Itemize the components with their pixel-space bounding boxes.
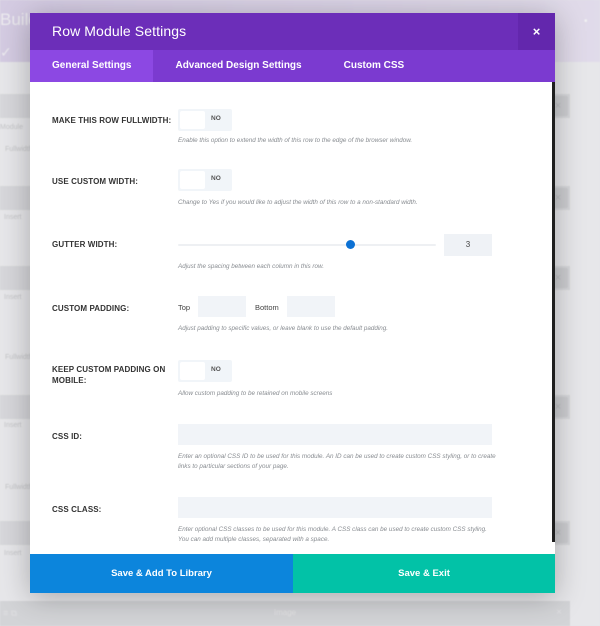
field-description: Change to Yes if you would like to adjus… <box>178 199 418 206</box>
modal-title: Row Module Settings <box>52 23 187 39</box>
toggle-knob <box>180 362 205 380</box>
toggle-knob <box>180 111 205 129</box>
save-exit-button[interactable]: Save & Exit <box>293 554 555 593</box>
close-icon: × <box>532 24 541 39</box>
toggle-state: NO <box>211 175 221 182</box>
fullwidth-toggle[interactable]: NO <box>178 109 232 131</box>
toggle-knob <box>180 171 205 189</box>
custom-width-toggle[interactable]: NO <box>178 169 232 191</box>
css-class-input[interactable] <box>178 497 492 518</box>
css-id-input[interactable] <box>178 424 492 445</box>
field-label: Gutter Width: <box>52 240 118 249</box>
toggle-state: NO <box>211 366 221 373</box>
toggle-state: NO <box>211 115 221 122</box>
row-settings-modal: Row Module Settings × General Settings A… <box>30 13 555 593</box>
save-add-to-library-button[interactable]: Save & Add To Library <box>30 554 293 593</box>
field-description: Enter optional CSS classes to be used fo… <box>178 526 487 543</box>
settings-tabs: General Settings Advanced Design Setting… <box>30 50 555 82</box>
gutter-value-input[interactable]: 3 <box>444 234 492 256</box>
gutter-slider-handle[interactable] <box>345 240 355 249</box>
field-description: Enter an optional CSS ID to be used for … <box>178 453 496 470</box>
modal-header: Row Module Settings × <box>30 13 555 50</box>
tab-custom-css[interactable]: Custom CSS <box>322 50 405 82</box>
padding-bottom-label: Bottom <box>255 303 279 312</box>
field-description: Adjust the spacing between each column i… <box>178 263 324 270</box>
tab-general-settings[interactable]: General Settings <box>30 50 154 82</box>
tab-advanced-design-settings[interactable]: Advanced Design Settings <box>153 50 321 82</box>
keep-padding-mobile-toggle[interactable]: NO <box>178 360 232 382</box>
modal-footer: Save & Add To Library Save & Exit <box>30 554 555 593</box>
field-description: Enable this option to extend the width o… <box>178 137 413 144</box>
padding-top-label: Top <box>178 303 191 312</box>
field-description: Allow custom padding to be retained on m… <box>178 390 333 397</box>
field-label: Make This Row Fullwidth: <box>52 116 172 125</box>
padding-bottom-input[interactable] <box>287 296 335 317</box>
modal-scrollbar[interactable] <box>552 82 555 542</box>
gutter-slider-track[interactable] <box>178 244 436 246</box>
field-label: Custom Padding: <box>52 304 130 313</box>
close-button[interactable]: × <box>518 13 555 50</box>
field-label: CSS Class: <box>52 505 102 514</box>
field-label: CSS ID: <box>52 432 83 441</box>
modal-body: Make This Row Fullwidth: NO Enable this … <box>30 82 555 554</box>
field-label: Use Custom Width: <box>52 177 138 186</box>
field-description: Adjust padding to specific values, or le… <box>178 325 389 332</box>
field-label: Keep Custom Padding On Mobile: <box>52 365 166 385</box>
padding-top-input[interactable] <box>198 296 246 317</box>
